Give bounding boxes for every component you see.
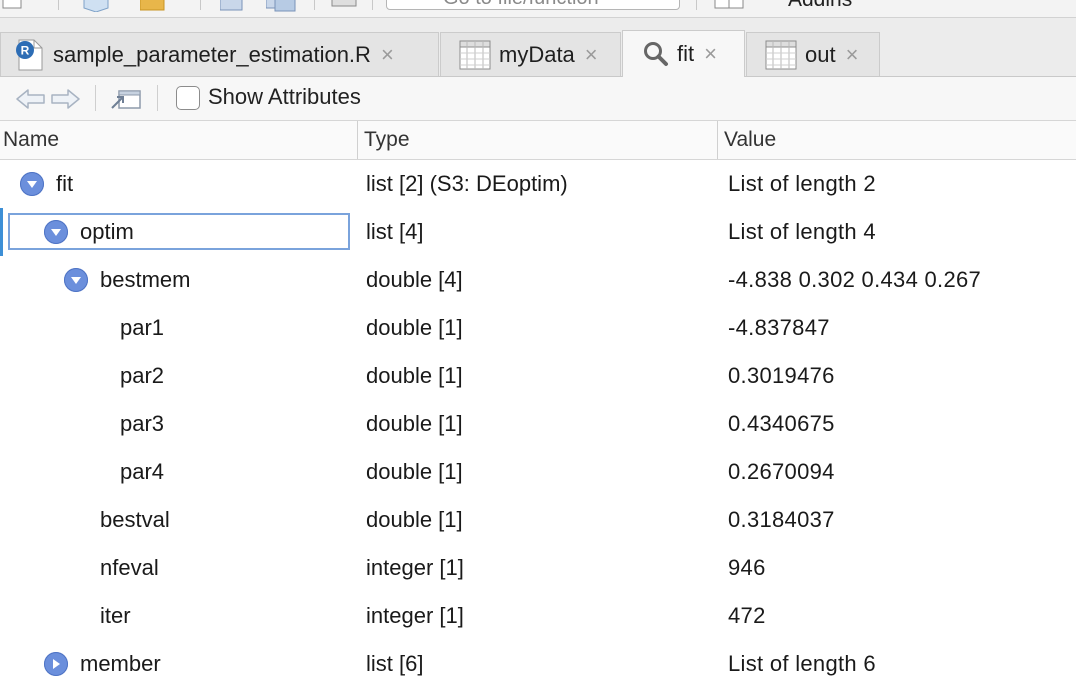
column-header-name[interactable]: Name [0, 121, 357, 159]
close-tab-icon[interactable]: × [381, 43, 394, 66]
row-type: double [4] [366, 267, 463, 292]
cube-icon[interactable] [82, 0, 110, 17]
row-value: 946 [728, 555, 766, 580]
column-header-value[interactable]: Value [717, 121, 1076, 159]
toolbar-divider [696, 0, 697, 10]
row-type: double [1] [366, 315, 463, 340]
show-attributes-checkbox[interactable] [176, 86, 200, 110]
row-type: integer [1] [366, 603, 464, 628]
tree-row-par3[interactable]: par3 double [1] 0.4340675 [0, 400, 1076, 448]
row-value: 0.3184037 [728, 507, 835, 532]
editor-tabstrip: R sample_parameter_estimation.R × myData… [0, 18, 1076, 77]
tab-label: out [805, 41, 836, 67]
new-file-icon[interactable] [2, 0, 24, 17]
row-name: member [80, 651, 161, 676]
tree-row-nfeval[interactable]: nfeval integer [1] 946 [0, 544, 1076, 592]
row-name: par1 [120, 315, 165, 340]
viewer-toolbar: Show Attributes [0, 77, 1076, 121]
grid-table-icon [459, 40, 491, 70]
row-name: nfeval [100, 555, 159, 580]
grid-icon[interactable] [714, 0, 746, 17]
close-tab-icon[interactable]: × [846, 43, 859, 66]
toolbar-divider [200, 0, 201, 10]
tab-sample-parameter-estimation[interactable]: R sample_parameter_estimation.R × [0, 32, 439, 76]
row-name: par2 [120, 363, 165, 388]
addins-menu[interactable]: Addins [788, 0, 852, 12]
row-type: double [1] [366, 411, 463, 436]
column-header-type[interactable]: Type [357, 121, 717, 159]
toolbar-divider [157, 85, 158, 111]
row-name: par4 [120, 459, 165, 484]
popout-window-icon[interactable] [110, 86, 142, 117]
row-value: 0.4340675 [728, 411, 835, 436]
row-value: List of length 2 [728, 171, 876, 196]
svg-text:R: R [21, 43, 30, 57]
row-type: list [2] (S3: DEoptim) [366, 171, 568, 196]
tree-row-par1[interactable]: par1 double [1] -4.837847 [0, 304, 1076, 352]
tree-row-optim[interactable]: optim list [4] List of length 4 [0, 208, 1076, 256]
tab-label: myData [499, 41, 575, 67]
r-file-icon: R [15, 39, 45, 71]
tree-row-iter[interactable]: iter integer [1] 472 [0, 592, 1076, 640]
column-header: Name Type Value [0, 121, 1076, 160]
tree-row-bestmem[interactable]: bestmem double [4] -4.838 0.302 0.434 0.… [0, 256, 1076, 304]
row-value: 0.2670094 [728, 459, 835, 484]
tree-row-bestval[interactable]: bestval double [1] 0.3184037 [0, 496, 1076, 544]
tree-row-member[interactable]: member list [6] List of length 6 [0, 640, 1076, 688]
magnifier-icon [643, 41, 669, 67]
close-tab-icon[interactable]: × [704, 43, 717, 65]
row-name: optim [80, 219, 134, 244]
toolbar-divider [372, 0, 373, 10]
row-type: double [1] [366, 507, 463, 532]
toolbar-divider [95, 85, 96, 111]
tree-row-par2[interactable]: par2 double [1] 0.3019476 [0, 352, 1076, 400]
folder-icon[interactable] [139, 0, 166, 17]
row-value: List of length 6 [728, 651, 876, 676]
expand-toggle-icon[interactable] [64, 268, 88, 292]
toolbar-divider [58, 0, 59, 10]
tree-row-fit[interactable]: fit list [2] (S3: DEoptim) List of lengt… [0, 160, 1076, 208]
row-value: List of length 4 [728, 219, 876, 244]
row-name: par3 [120, 411, 165, 436]
collapse-toggle-icon[interactable] [44, 652, 68, 676]
print-icon[interactable] [330, 0, 358, 17]
row-type: double [1] [366, 363, 463, 388]
tab-out[interactable]: out × [746, 32, 880, 76]
toolbar-divider [314, 0, 315, 10]
grid-table-icon [765, 40, 797, 70]
forward-arrow-icon[interactable] [50, 88, 80, 115]
tree-row-par4[interactable]: par4 double [1] 0.2670094 [0, 448, 1076, 496]
row-type: list [6] [366, 651, 424, 676]
row-type: list [4] [366, 219, 424, 244]
row-name: iter [100, 603, 131, 628]
row-value: 472 [728, 603, 766, 628]
row-value: -4.838 0.302 0.434 0.267 [728, 267, 982, 292]
close-tab-icon[interactable]: × [585, 43, 598, 66]
row-value: 0.3019476 [728, 363, 835, 388]
expand-toggle-icon[interactable] [20, 172, 44, 196]
tab-fit[interactable]: fit × [622, 30, 745, 77]
row-name: bestval [100, 507, 170, 532]
goto-file-placeholder: Go to file/function [443, 0, 599, 9]
save-all-icon[interactable] [265, 0, 298, 17]
row-type: double [1] [366, 459, 463, 484]
row-value: -4.837847 [728, 315, 830, 340]
expand-toggle-icon[interactable] [44, 220, 68, 244]
tab-label: sample_parameter_estimation.R [53, 41, 371, 67]
tab-label: fit [677, 41, 695, 66]
show-attributes-label[interactable]: Show Attributes [208, 84, 361, 110]
row-type: integer [1] [366, 555, 464, 580]
row-name: bestmem [100, 267, 191, 292]
selection-indicator [0, 208, 3, 256]
row-name: fit [56, 171, 74, 196]
save-icon[interactable] [219, 0, 246, 17]
tab-mydata[interactable]: myData × [440, 32, 621, 76]
goto-file-input[interactable]: Go to file/function [386, 0, 680, 10]
back-arrow-icon[interactable] [16, 88, 46, 115]
main-toolbar: Go to file/function Addins [0, 0, 1076, 18]
